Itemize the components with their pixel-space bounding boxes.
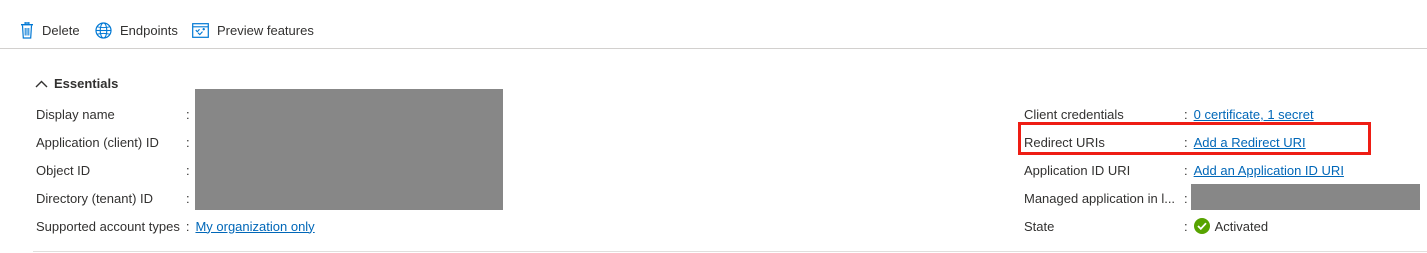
colon: : [186,106,190,122]
managed-app-label: Managed application in l... [1024,190,1176,206]
tenant-id-colon: : [186,188,190,208]
client-id-row: Application (client) ID [36,132,159,152]
colon: : [1184,218,1188,234]
client-credentials-label: Client credentials [1024,106,1124,122]
preview-features-label: Preview features [217,22,314,38]
globe-icon [95,21,112,39]
check-circle-icon [1193,218,1210,234]
colon: : [1184,106,1188,122]
state-value-row: : Activated [1184,216,1268,236]
colon: : [186,162,190,178]
colon: : [185,218,190,234]
display-name-row: Display name [36,104,115,124]
state-row: State [1024,216,1054,236]
colon: : [1184,162,1188,178]
app-id-uri-value-row: : Add an Application ID URI [1184,160,1344,180]
colon: : [1184,190,1188,206]
state-value: Activated [1214,218,1269,234]
redacted-managed-app-value [1191,184,1420,210]
chevron-up-icon [35,76,48,91]
colon: : [186,190,190,206]
delete-button[interactable]: Delete [20,21,80,39]
object-id-label: Object ID [36,162,91,178]
delete-label: Delete [42,22,80,38]
tenant-id-row: Directory (tenant) ID [36,188,153,208]
colon: : [186,134,190,150]
display-name-colon: : [186,104,190,124]
essentials-title: Essentials [54,75,119,91]
display-name-label: Display name [36,106,115,122]
trash-icon [20,21,34,39]
preview-icon [192,22,209,38]
endpoints-button[interactable]: Endpoints [95,21,178,39]
redirect-uri-highlight-box [1018,122,1371,155]
redacted-values-block [195,89,503,210]
client-credentials-link[interactable]: 0 certificate, 1 secret [1194,107,1314,122]
endpoints-label: Endpoints [120,22,178,38]
essentials-toggle[interactable]: Essentials [35,74,118,92]
add-app-id-uri-link[interactable]: Add an Application ID URI [1194,163,1344,178]
state-label: State [1024,218,1055,234]
account-types-link[interactable]: My organization only [195,219,314,234]
app-id-uri-row: Application ID URI [1024,160,1130,180]
object-id-colon: : [186,160,190,180]
managed-app-value-row: : [1184,188,1188,208]
managed-app-row: Managed application in l... [1024,188,1175,208]
client-id-colon: : [186,132,190,152]
preview-features-button[interactable]: Preview features [192,21,314,39]
tenant-id-label: Directory (tenant) ID [36,190,154,206]
client-credentials-value-row: : 0 certificate, 1 secret [1184,104,1314,124]
account-types-row: Supported account types : My organizatio… [36,216,315,236]
client-id-label: Application (client) ID [36,134,159,150]
object-id-row: Object ID [36,160,90,180]
section-divider [33,251,1427,252]
app-id-uri-label: Application ID URI [1024,162,1131,178]
command-bar: Delete Endpoints Preview features [0,0,1427,49]
account-types-label: Supported account types [36,218,180,234]
client-credentials-row: Client credentials [1024,104,1124,124]
